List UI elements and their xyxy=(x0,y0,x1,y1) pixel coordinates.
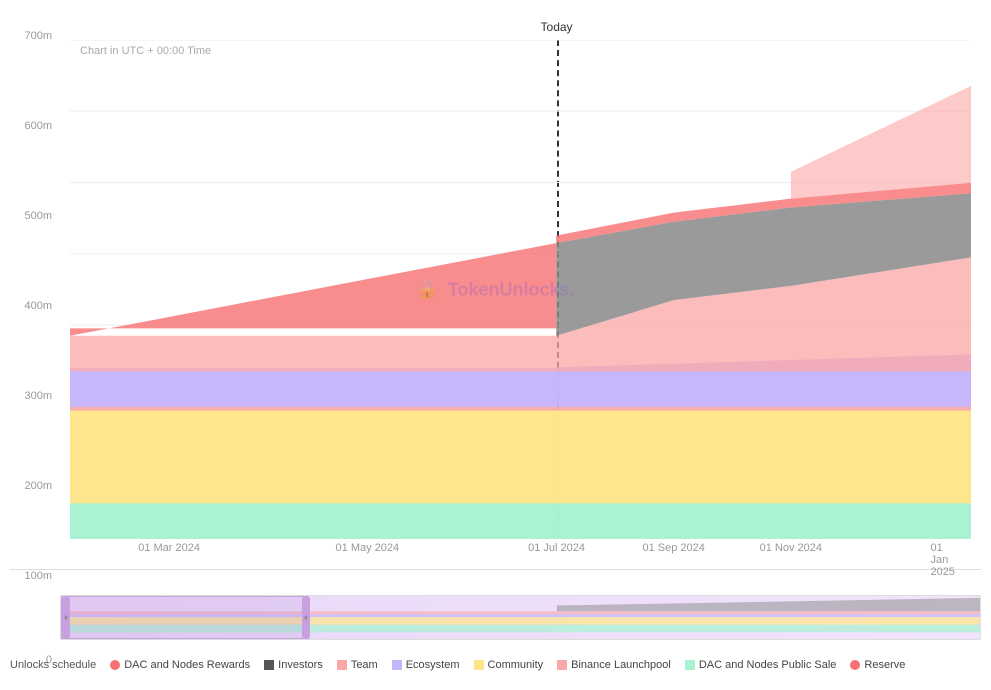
chart-container: 700m 600m 500m 400m 300m 200m 100m 0 Cha… xyxy=(0,0,991,690)
team-label: Team xyxy=(351,659,378,671)
chart-area: Chart in UTC + 00:00 Time Today xyxy=(10,10,981,570)
legend-team: Team xyxy=(337,659,378,671)
y-label-100m: 100m xyxy=(24,570,52,582)
team-top-step xyxy=(791,86,971,199)
x-label-mar: 01 Mar 2024 xyxy=(138,542,200,554)
community-area xyxy=(70,411,971,504)
x-label-may: 01 May 2024 xyxy=(336,542,400,554)
reserve-label: Reserve xyxy=(864,659,905,671)
x-axis: 01 Mar 2024 01 May 2024 01 Jul 2024 01 S… xyxy=(70,542,971,567)
minimap-handle-left[interactable]: ⏸ xyxy=(62,597,70,638)
minimap[interactable]: ⏸ ⏸ xyxy=(60,595,981,640)
legend-binance: Binance Launchpool xyxy=(557,659,671,671)
x-label-jul: 01 Jul 2024 xyxy=(528,542,585,554)
legend-dac-rewards: DAC and Nodes Rewards xyxy=(110,659,250,671)
chart-svg xyxy=(70,40,971,539)
reserve-icon xyxy=(850,660,860,670)
minimap-selection[interactable]: ⏸ ⏸ xyxy=(61,596,309,639)
legend-dac-public-sale: DAC and Nodes Public Sale xyxy=(685,659,837,671)
ecosystem-icon xyxy=(392,660,402,670)
legend-ecosystem: Ecosystem xyxy=(392,659,460,671)
dac-public-sale-label: DAC and Nodes Public Sale xyxy=(699,659,837,671)
dac-public-sale-area xyxy=(70,503,971,539)
legend-community: Community xyxy=(474,659,544,671)
x-label-sep: 01 Sep 2024 xyxy=(642,542,704,554)
community-icon xyxy=(474,660,484,670)
today-label: Today xyxy=(541,20,573,34)
team-icon xyxy=(337,660,347,670)
legend: Unlocks schedule DAC and Nodes Rewards I… xyxy=(0,640,991,690)
dac-rewards-label: DAC and Nodes Rewards xyxy=(124,659,250,671)
legend-unlocks-schedule: Unlocks schedule xyxy=(10,659,96,671)
minimap-handle-right[interactable]: ⏸ xyxy=(302,597,310,638)
community-label: Community xyxy=(488,659,544,671)
x-label-nov: 01 Nov 2024 xyxy=(760,542,822,554)
binance-icon xyxy=(557,660,567,670)
unlocks-schedule-label: Unlocks schedule xyxy=(10,659,96,671)
dac-rewards-icon xyxy=(110,660,120,670)
investors-icon xyxy=(264,660,274,670)
binance-launchpool-area xyxy=(70,407,971,411)
dac-public-sale-icon xyxy=(685,660,695,670)
x-label-jan: 01 Jan 2025 xyxy=(930,542,957,578)
ecosystem-area xyxy=(70,371,971,407)
legend-reserve: Reserve xyxy=(850,659,905,671)
legend-investors: Investors xyxy=(264,659,323,671)
investors-label: Investors xyxy=(278,659,323,671)
ecosystem-label: Ecosystem xyxy=(406,659,460,671)
binance-label: Binance Launchpool xyxy=(571,659,671,671)
